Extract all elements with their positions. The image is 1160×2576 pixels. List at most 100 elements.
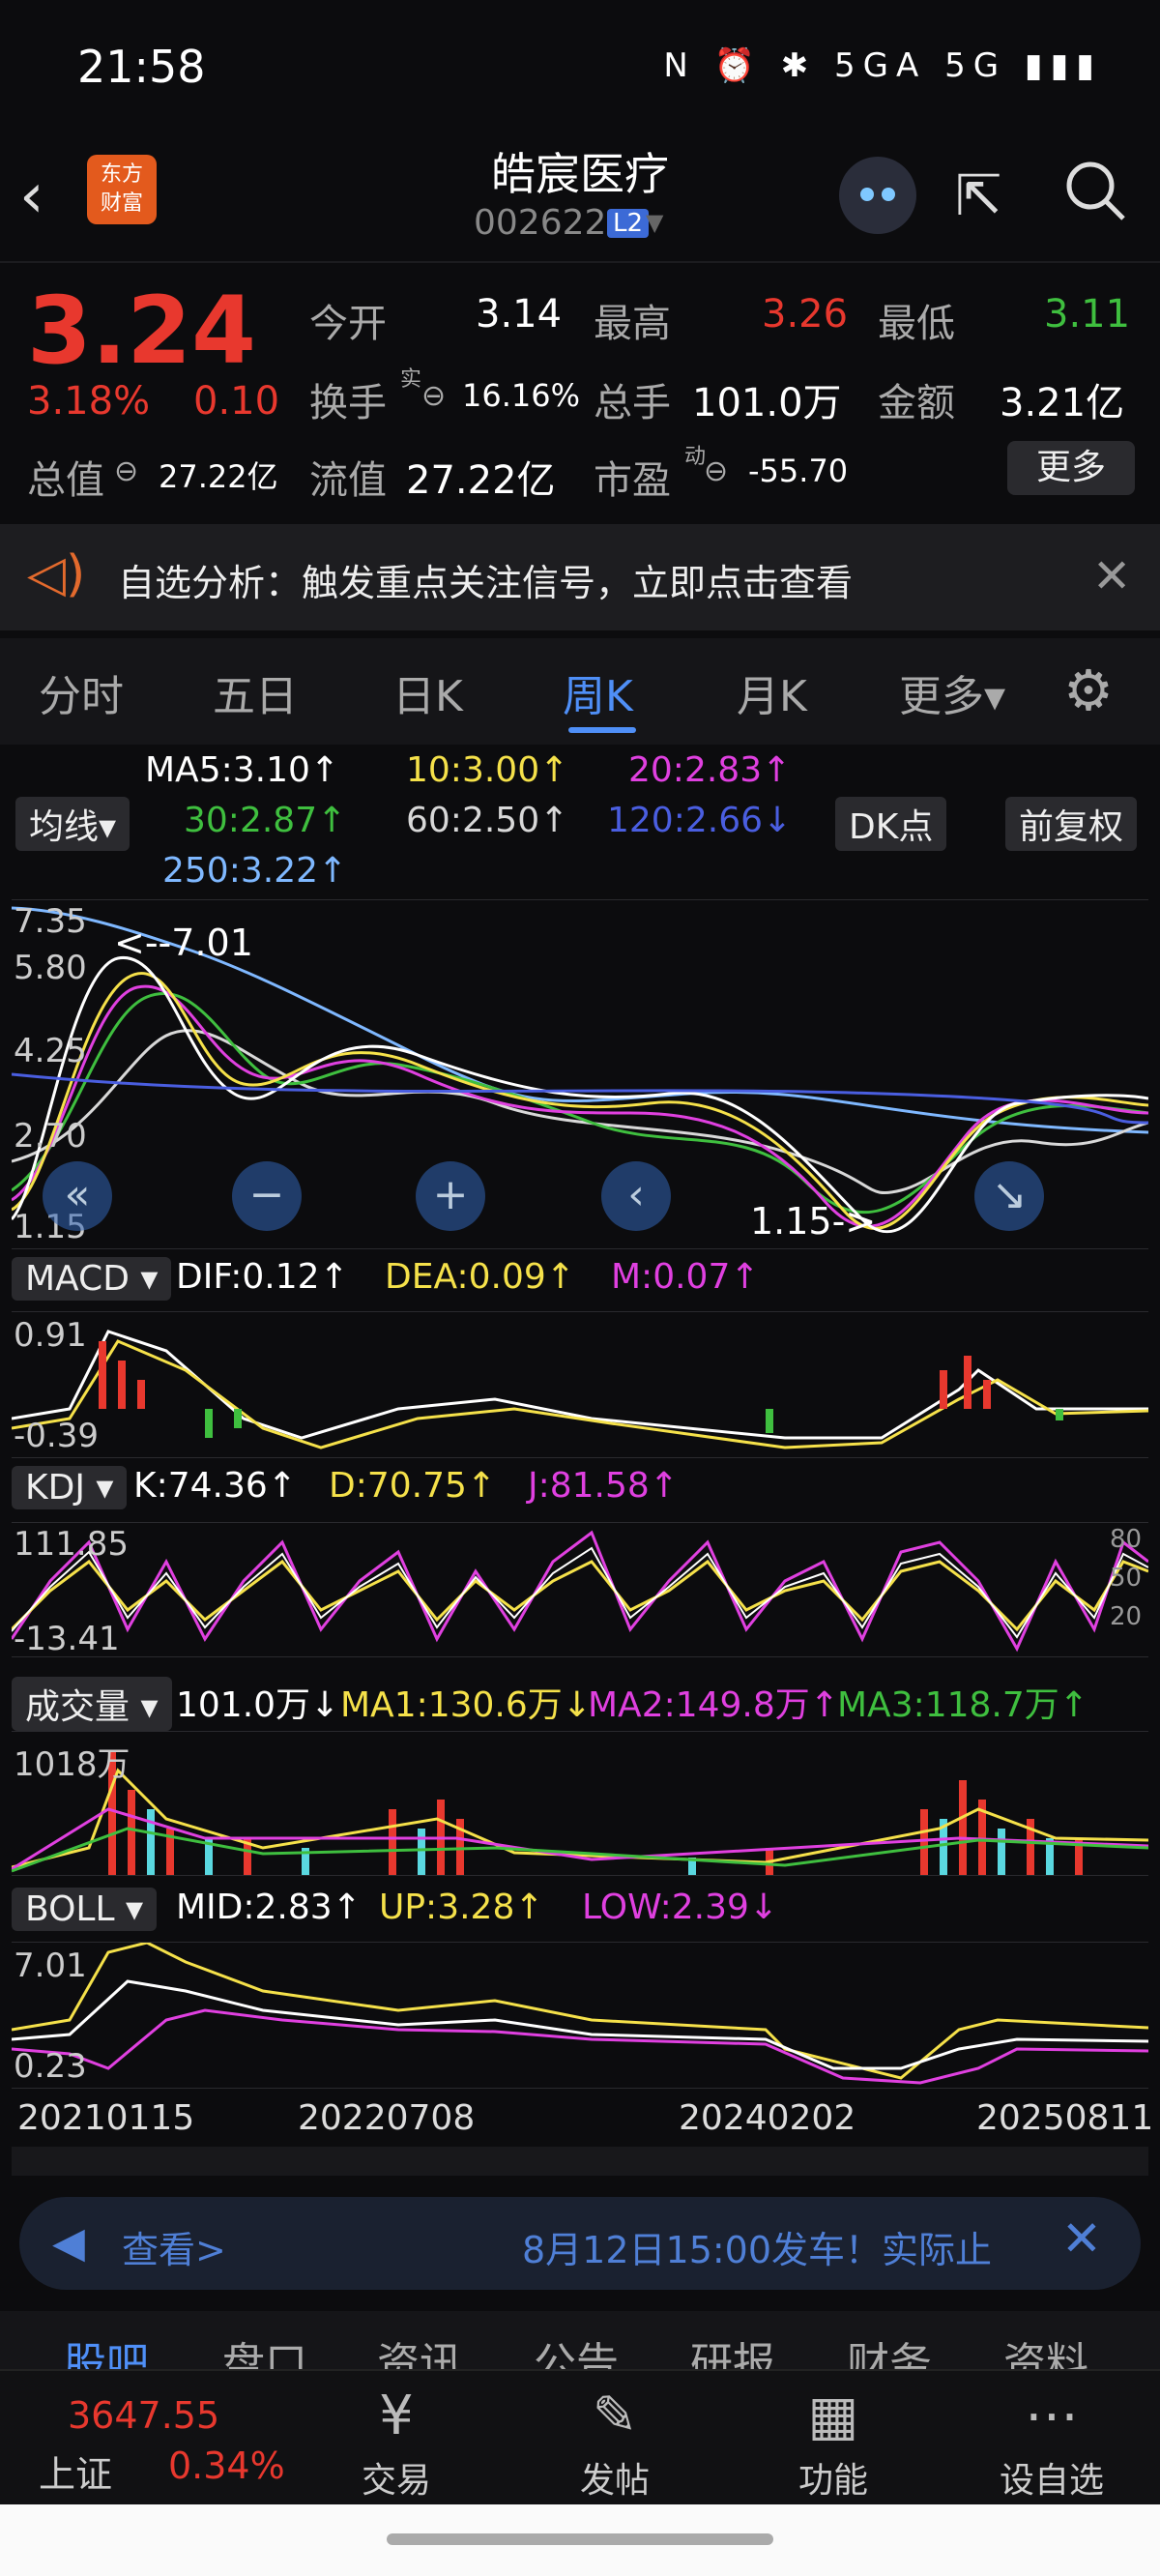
- info-icon[interactable]: ⊖: [114, 454, 138, 488]
- index-value[interactable]: 3647.55: [68, 2394, 219, 2437]
- banner-text[interactable]: 自选分析：触发重点关注信号，立即点击查看: [118, 553, 853, 606]
- x-axis-date: 20250811: [976, 2098, 1154, 2138]
- chart-scrollbar[interactable]: [12, 2147, 1148, 2176]
- share-icon[interactable]: ⇱: [955, 162, 1002, 228]
- promo-bar[interactable]: ◀ 查看> 8月12日15:00发车！实际止 ✕: [19, 2197, 1141, 2290]
- info-icon[interactable]: ⊖: [421, 379, 446, 413]
- tab-weekly-k[interactable]: 周K: [563, 661, 633, 723]
- volume-svg: [11, 1751, 1149, 1875]
- more-dots-icon: ⋯: [1025, 2385, 1079, 2447]
- chevron-left-icon[interactable]: ‹: [19, 161, 44, 232]
- tab-monthly-k[interactable]: 月K: [737, 661, 807, 723]
- boll-chart[interactable]: 7.01 0.23: [11, 1941, 1149, 2089]
- y-axis-label: 7.01: [14, 1947, 87, 1985]
- low-value: 3.11: [1044, 292, 1131, 337]
- info-icon[interactable]: ⊖: [704, 454, 728, 488]
- ma60-value: 60:2.50↑: [406, 801, 569, 840]
- nav-post[interactable]: ✎ 发帖: [547, 2385, 682, 2503]
- chevron-down-icon[interactable]: ▼: [646, 209, 663, 236]
- tab-intraday[interactable]: 分时: [39, 661, 124, 723]
- high-label: 最高: [594, 302, 671, 346]
- boll-svg: [11, 1941, 1149, 2085]
- subtab-finance[interactable]: 财务: [847, 2328, 932, 2369]
- home-indicator[interactable]: [387, 2533, 773, 2545]
- index-pct[interactable]: 0.34%: [168, 2444, 285, 2487]
- zoom-out-icon[interactable]: −: [232, 1161, 302, 1231]
- megaphone-icon: ◀: [52, 2218, 85, 2268]
- period-tabs: 分时 五日 日K 周K 月K 更多▾ ⚙: [0, 638, 1160, 745]
- stock-code[interactable]: 002622: [474, 203, 606, 243]
- kdj-k: K:74.36↑: [133, 1466, 297, 1506]
- logo-text-bottom: 财富: [100, 191, 143, 216]
- scroll-left-fast-icon[interactable]: «: [43, 1161, 112, 1231]
- kline-chart[interactable]: 7.35 5.80 4.25 2.70 1.15 <--7.01 1.15-> …: [10, 899, 1149, 1249]
- kdj-ref-80: 80: [1110, 1525, 1143, 1554]
- macd-dea: DEA:0.09↑: [385, 1257, 575, 1297]
- stock-header: ‹ 东方 财富 皓宸医疗 002622 L2 ▼ ⇱: [0, 135, 1160, 263]
- nav-add-watchlist[interactable]: ⋯ 设自选: [984, 2385, 1119, 2503]
- gear-icon[interactable]: ⚙: [1063, 658, 1114, 723]
- tab-five-day[interactable]: 五日: [213, 661, 298, 723]
- subtab-orderbook[interactable]: 盘口: [222, 2328, 307, 2369]
- subtab-announcements[interactable]: 公告: [534, 2328, 619, 2369]
- subtab-profile[interactable]: 资料: [1003, 2328, 1088, 2369]
- adjust-button[interactable]: 前复权: [1005, 797, 1138, 851]
- current-price: 3.24: [27, 277, 256, 385]
- more-button[interactable]: 更多: [1007, 441, 1135, 495]
- close-icon[interactable]: ✕: [1061, 2210, 1102, 2267]
- subtab-forum[interactable]: 股吧: [64, 2328, 149, 2369]
- promo-message[interactable]: 8月12日15:00发车！实际止: [522, 2220, 992, 2273]
- volume-selector[interactable]: 成交量 ▾: [12, 1677, 172, 1731]
- status-bar: 21:58 N ⏰ ✱ 5GA 5G ▮▮▮: [0, 0, 1160, 135]
- kdj-ref-50: 50: [1110, 1564, 1143, 1593]
- ma30-value: 30:2.87↑: [184, 801, 347, 840]
- boll-selector[interactable]: BOLL ▾: [12, 1888, 158, 1931]
- low-label: 最低: [878, 302, 955, 346]
- macd-selector[interactable]: MACD ▾: [12, 1257, 172, 1301]
- bottom-bar: 3647.55 上证 0.34% ¥ 交易 ✎ 发帖 ▦ 功能 ⋯ 设自选: [0, 2369, 1160, 2506]
- boll-low: LOW:2.39↓: [582, 1888, 779, 1927]
- zoom-in-icon[interactable]: +: [416, 1161, 485, 1231]
- analysis-banner[interactable]: ◁) 自选分析：触发重点关注信号，立即点击查看 ✕: [0, 524, 1160, 630]
- volume-ma1: MA1:130.6万↓: [340, 1685, 592, 1725]
- turnover-value: 16.16%: [462, 377, 581, 414]
- float-mv-label: 流值: [309, 458, 387, 503]
- kdj-d: D:70.75↑: [329, 1466, 497, 1506]
- total-mv-value: 27.22亿: [159, 458, 278, 495]
- ma-selector-button[interactable]: 均线▾: [15, 797, 130, 851]
- nav-trade[interactable]: ¥ 交易: [329, 2385, 464, 2503]
- turnover-sup: 实: [400, 367, 422, 392]
- change-amount: 0.10: [193, 379, 280, 424]
- scroll-left-icon[interactable]: ‹: [601, 1161, 671, 1231]
- boll-mid: MID:2.83↑: [176, 1888, 362, 1927]
- index-name[interactable]: 上证: [39, 2444, 112, 2498]
- float-mv-value: 27.22亿: [406, 458, 556, 503]
- nav-functions[interactable]: ▦ 功能: [766, 2385, 901, 2503]
- kdj-chart[interactable]: 111.85 -13.41 80 50 20: [10, 1522, 1149, 1658]
- open-label: 今开: [309, 302, 387, 346]
- tab-daily-k[interactable]: 日K: [392, 661, 463, 723]
- dk-point-button[interactable]: DK点: [835, 797, 947, 851]
- speaker-icon: ◁): [27, 545, 86, 603]
- kdj-svg: [10, 1530, 1149, 1653]
- kdj-selector[interactable]: KDJ ▾: [12, 1466, 128, 1509]
- high-value: 3.26: [762, 292, 849, 337]
- y-axis-label: 7.35: [14, 902, 87, 941]
- search-icon[interactable]: [1061, 157, 1129, 239]
- reset-view-icon[interactable]: ↘: [974, 1161, 1044, 1231]
- home-indicator-bar: [0, 2504, 1160, 2576]
- pe-value: -55.70: [748, 453, 849, 489]
- pe-sup: 动: [684, 445, 707, 469]
- volume-chart[interactable]: 1018万: [11, 1731, 1149, 1876]
- yen-icon: ¥: [379, 2385, 414, 2447]
- subtab-research[interactable]: 研报: [690, 2328, 775, 2369]
- tab-more[interactable]: 更多▾: [899, 661, 1005, 723]
- robot-assistant-icon[interactable]: [839, 157, 916, 234]
- promo-view-link[interactable]: 查看>: [122, 2220, 226, 2273]
- macd-chart[interactable]: 0.91 -0.39: [11, 1311, 1149, 1458]
- level2-badge[interactable]: L2: [607, 209, 650, 238]
- ma10-value: 10:3.00↑: [406, 750, 569, 790]
- volume-value: 101.0万↓: [176, 1685, 340, 1725]
- close-icon[interactable]: ✕: [1092, 549, 1131, 603]
- subtab-news[interactable]: 资讯: [377, 2328, 462, 2369]
